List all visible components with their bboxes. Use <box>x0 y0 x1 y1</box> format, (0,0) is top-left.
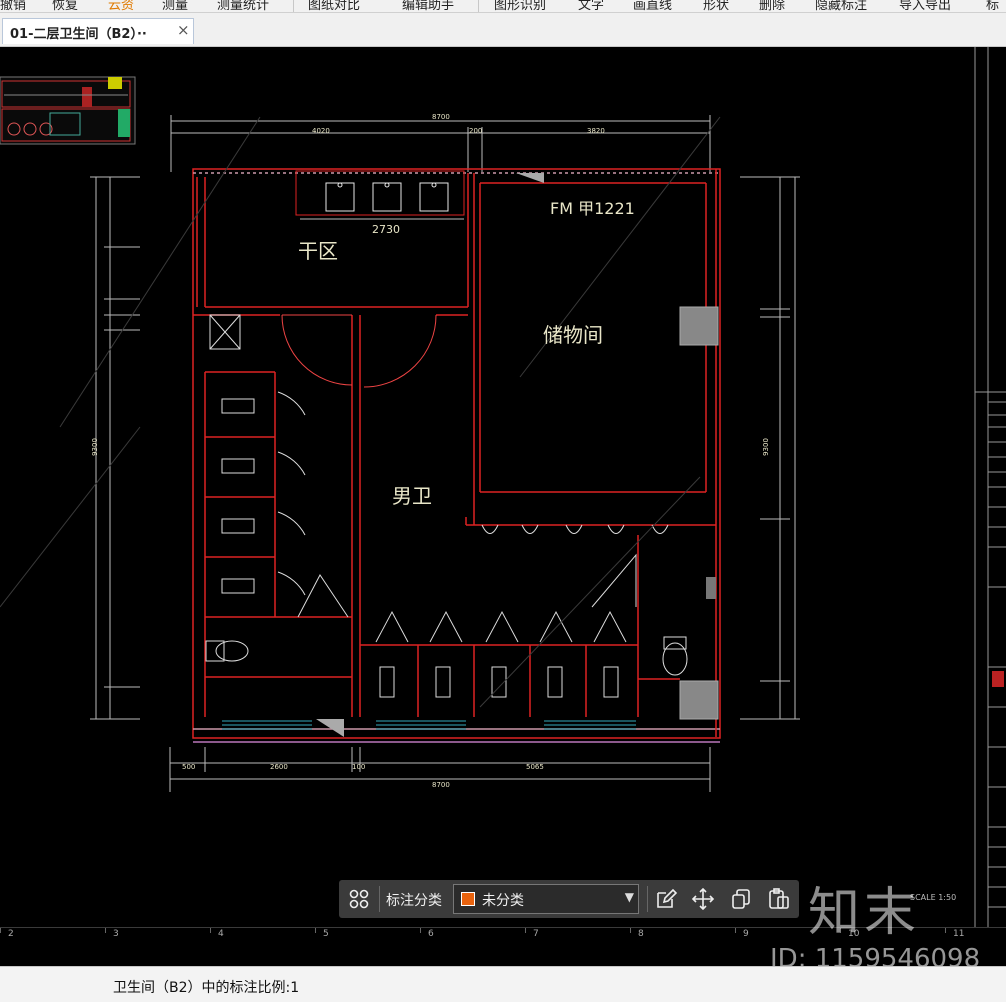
ruler-tick <box>630 928 631 933</box>
status-bar: 卫生间（B2）中的标注比例:1 <box>0 966 1006 1002</box>
ruler-label: 9 <box>743 929 749 939</box>
menu-separator <box>293 0 294 12</box>
dim-bottom-total: 8700 <box>432 781 450 789</box>
floor-plan <box>0 47 1006 927</box>
tab-document[interactable]: 01-二层卫生间（B2）·· × <box>2 18 194 44</box>
ruler-label: 5 <box>323 929 329 939</box>
dim-top-mid: 200 <box>469 127 483 135</box>
toolbar-divider <box>379 886 380 912</box>
menu-item-hide-annot[interactable]: 隐藏标注 <box>815 0 867 12</box>
grid-icon[interactable] <box>347 888 371 910</box>
dim-bottom-1: 500 <box>182 763 196 771</box>
copy-icon[interactable] <box>729 888 753 910</box>
chevron-down-icon: ▼ <box>624 890 634 904</box>
annotation-toolbar: 标注分类 未分类 ▼ <box>339 880 799 918</box>
dim-vanity-width: 2730 <box>372 223 400 236</box>
dim-top-right: 3820 <box>587 127 605 135</box>
menu-item-edit-assist[interactable]: 编辑助手 <box>402 0 454 12</box>
category-selected-value: 未分类 <box>482 893 524 909</box>
menu-item-compare[interactable]: 图纸对比 <box>308 0 360 12</box>
ruler-label: 3 <box>113 929 119 939</box>
dim-bottom-2: 2600 <box>270 763 288 771</box>
ruler-label: 8 <box>638 929 644 939</box>
menu-item-shape[interactable]: 形状 <box>703 0 729 12</box>
toolbar-divider <box>647 886 648 912</box>
room-label-men-toilet: 男卫 <box>392 484 432 508</box>
ruler-tick <box>735 928 736 933</box>
dim-top-left: 4020 <box>312 127 330 135</box>
ruler-tick <box>420 928 421 933</box>
menu-item-measure-stats[interactable]: 测量统计 <box>217 0 269 12</box>
ruler-tick <box>210 928 211 933</box>
dim-top-total: 8700 <box>432 113 450 121</box>
move-icon[interactable] <box>691 887 715 911</box>
edit-icon[interactable] <box>654 888 678 910</box>
walls <box>192 168 721 743</box>
ruler-label: 11 <box>953 929 965 939</box>
door-tag: FM 甲1221 <box>550 199 635 218</box>
ruler-tick <box>315 928 316 933</box>
room-label-storage: 储物间 <box>543 323 603 347</box>
menu-item-recognize[interactable]: 图形识别 <box>494 0 546 12</box>
paste-icon[interactable] <box>767 888 791 910</box>
dim-bottom-3: 100 <box>352 763 366 771</box>
drawing-canvas[interactable]: 储物间 男卫 干区 FM 甲1221 2730 4020 200 3820 87… <box>0 47 1006 927</box>
tab-title: 01-二层卫生间（B2）·· <box>10 27 147 42</box>
watermark-logo: 知末 <box>808 883 921 943</box>
menu-item-import-export[interactable]: 导入导出 <box>899 0 951 12</box>
menu-item-measure[interactable]: 测量 <box>162 0 188 12</box>
menu-item-redo[interactable]: 恢复 <box>52 0 78 12</box>
menu-item-undo[interactable]: 撤销 <box>0 0 26 12</box>
ruler-tick <box>105 928 106 933</box>
category-color-swatch <box>461 892 475 906</box>
menu-bar: 撤销 恢复 云资 测量 测量统计 图纸对比 编辑助手 图形识别 文字 画直线 形… <box>0 0 1006 13</box>
menu-item-text[interactable]: 文字 <box>578 0 604 12</box>
dim-left-total: 9300 <box>90 438 99 456</box>
menu-item-cloud[interactable]: 云资 <box>108 0 134 12</box>
close-icon[interactable]: × <box>177 21 190 39</box>
doors <box>277 314 637 643</box>
menu-item-line[interactable]: 画直线 <box>633 0 672 12</box>
status-text: 卫生间（B2）中的标注比例:1 <box>113 980 300 996</box>
ruler-tick <box>525 928 526 933</box>
title-block <box>974 47 1006 927</box>
tab-bar: 01-二层卫生间（B2）·· × <box>0 13 1006 47</box>
dim-bottom-4: 5065 <box>526 763 544 771</box>
ruler-tick <box>0 928 1 933</box>
annotation-category-select[interactable]: 未分类 ▼ <box>453 884 639 914</box>
room-label-vanity: 干区 <box>298 239 338 263</box>
annotation-category-label: 标注分类 <box>386 893 442 909</box>
minimap-thumbnail <box>0 76 136 145</box>
ruler-tick <box>945 928 946 933</box>
dim-right-total: 9300 <box>761 438 770 456</box>
menu-separator <box>478 0 479 12</box>
ruler-label: 6 <box>428 929 434 939</box>
ruler-label: 7 <box>533 929 539 939</box>
ruler-label: 2 <box>8 929 14 939</box>
vanity-counter <box>295 170 465 220</box>
menu-item-more[interactable]: 标 <box>986 0 999 12</box>
ruler-label: 4 <box>218 929 224 939</box>
menu-item-delete[interactable]: 删除 <box>759 0 785 12</box>
fixtures <box>205 306 719 720</box>
